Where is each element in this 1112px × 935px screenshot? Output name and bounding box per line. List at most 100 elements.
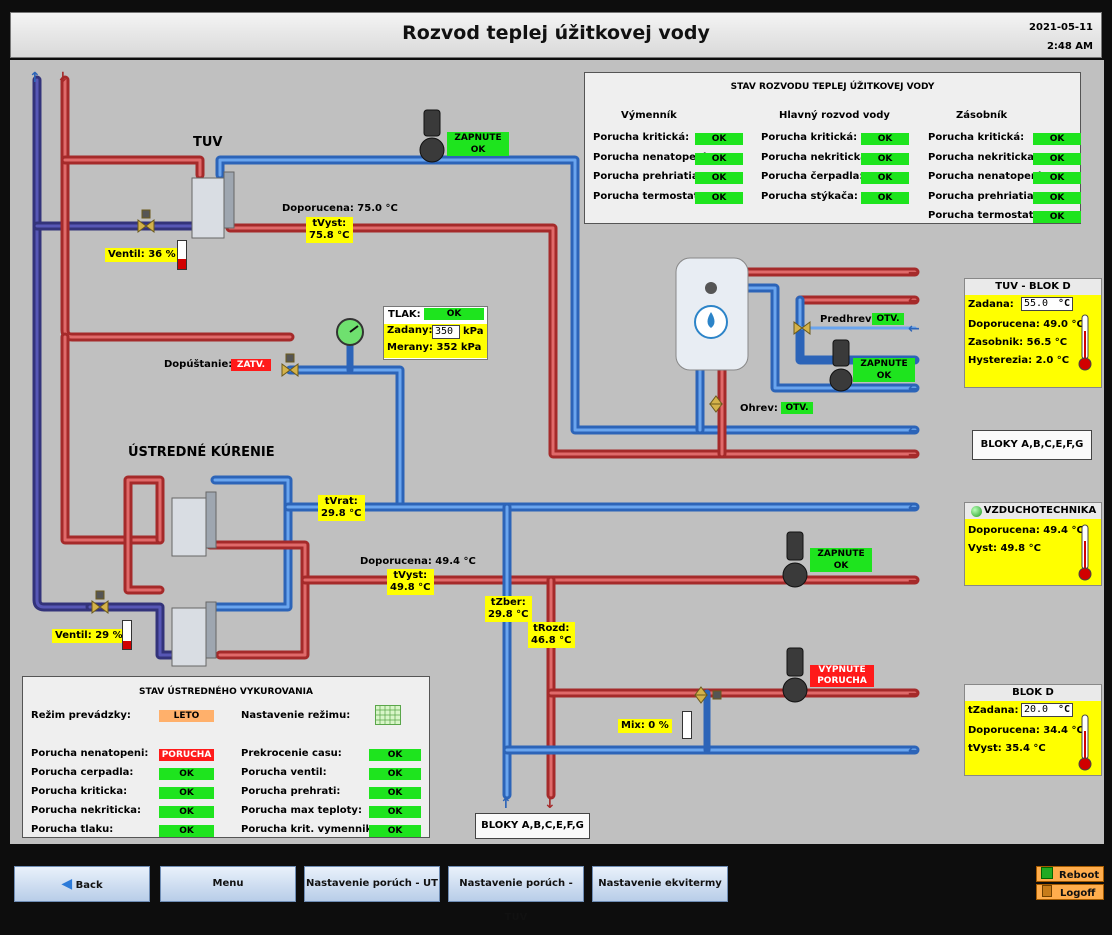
stav-tuv-row-status: OK <box>1033 172 1081 184</box>
ut-mix-bar <box>682 711 692 739</box>
stav-ut-right-label: Porucha max teploty: <box>241 805 362 816</box>
arrow-down-icon: ↓ <box>57 70 69 86</box>
nastavenie-rezimu-label: Nastavenie režimu: <box>241 710 351 721</box>
vzt-vyst: Vyst: 49.8 °C <box>968 543 1041 554</box>
stav-tuv-row-status: OK <box>1033 191 1081 204</box>
stav-tuv-row-label: Porucha nenatopeni: <box>593 151 711 163</box>
blokd-title: BLOK D <box>965 685 1101 701</box>
stav-ut-right-status: OK <box>369 825 421 837</box>
stav-tuv-row-label: Porucha kritická: <box>928 132 1025 143</box>
nastavenie-poruch-tuv-button[interactable]: Nastavenie porúch - TUV <box>448 866 584 923</box>
blokd-tzadana-input[interactable]: 20.0 °C <box>1021 703 1073 717</box>
stav-ut-left-status: OK <box>159 768 214 780</box>
doplnanie-status[interactable]: ZATV. <box>231 359 271 371</box>
boiler-icon <box>675 257 749 371</box>
stav-ut-left-label: Porucha kriticka: <box>31 786 128 797</box>
stav-ut-left-label: Porucha nekriticka: <box>31 805 141 816</box>
arrow-right-icon: → <box>908 573 920 589</box>
ut-trozd: tRozd: 46.8 °C <box>528 622 575 648</box>
stav-tuv-row-status: OK <box>861 191 909 204</box>
tlak-status: OK <box>424 308 484 320</box>
tuv-blokd-zadana-label: Zadana: <box>968 299 1014 310</box>
date-text: 2021-05-11 <box>1029 22 1093 33</box>
stav-ut-right-status: OK <box>369 806 421 818</box>
tuv-pump-status[interactable]: ZAPNUTE OK <box>447 132 509 156</box>
menu-button[interactable]: Menu <box>160 866 296 902</box>
arrow-left-icon: ← <box>908 500 920 516</box>
predhrev-label: Predhrev: <box>820 314 876 325</box>
tuv-ventil-fill <box>178 258 186 269</box>
nastavenie-ekvitermy-button[interactable]: Nastavenie ekvitermy <box>592 866 728 902</box>
stav-tuv-row-status: OK <box>695 191 743 204</box>
ut-pump-status[interactable]: ZAPNUTE OK <box>810 548 872 572</box>
reboot-button[interactable]: Reboot <box>1036 866 1104 882</box>
stav-tuv-row-label: Porucha nekriticka: <box>761 151 871 163</box>
stav-ut-left-label: Porucha tlaku: <box>31 824 114 835</box>
stav-tuv-row-status: OK <box>861 133 909 145</box>
vzt-doporucena: Doporucena: 49.4 °C <box>968 525 1084 536</box>
stav-tuv-title: STAV ROZVODU TEPLEJ ÚŽITKOVEJ VODY <box>730 82 935 92</box>
ut-doporucena: Doporucena: 49.4 °C <box>360 556 476 567</box>
stav-tuv-col-header: Výmenník <box>621 110 677 121</box>
page-title: Rozvod teplej úžitkovej vody <box>402 22 710 44</box>
tlak-unit: kPa <box>463 326 484 337</box>
stav-tuv-col-header: Hlavný rozvod vody <box>779 110 890 121</box>
status-led-icon <box>971 506 982 517</box>
rezim-label: Režim prevádzky: <box>31 710 131 721</box>
back-button[interactable]: ◀ Back <box>14 866 150 902</box>
stav-tuv-row-status: OK <box>1033 133 1081 145</box>
tlak-panel: TLAK: OK Zadany: 350 kPa Merany: 352 kPa <box>383 306 488 360</box>
logoff-button[interactable]: Logoff <box>1036 884 1104 900</box>
stav-tuv-row-label: Porucha termostat: <box>928 210 1038 221</box>
time-text: 2:48 AM <box>1046 41 1093 52</box>
stav-ut-title: STAV ÚSTREDNÉHO VYKUROVANIA <box>139 687 313 697</box>
stav-tuv-row-status: OK <box>695 172 743 184</box>
predhrev-status[interactable]: OTV. <box>872 313 904 325</box>
tuv-blokd-zadana-input[interactable]: 55.0 °C <box>1021 297 1073 311</box>
ohrev-status[interactable]: OTV. <box>781 402 813 414</box>
vzt-panel: VZDUCHOTECHNIKA Doporucena: 49.4 °C Vyst… <box>964 502 1102 586</box>
blokd-panel: BLOK D tZadana: 20.0 °C Doporucena: 34.4… <box>964 684 1102 776</box>
stav-tuv-row-status: OK <box>1033 152 1081 165</box>
tlak-zadany-input[interactable]: 350 <box>432 325 460 339</box>
stav-tuv-row-label: Porucha stýkača: <box>761 190 858 202</box>
reboot-icon <box>1041 867 1053 879</box>
stav-tuv-row-status: OK <box>861 172 909 184</box>
boiler-pump-status[interactable]: ZAPNUTE OK <box>853 358 915 382</box>
stav-tuv-panel: STAV ROZVODU TEPLEJ ÚŽITKOVEJ VODY Výmen… <box>584 72 1081 224</box>
blokd-tvyst: tVyst: 35.4 °C <box>968 743 1046 754</box>
stav-tuv-row-label: Porucha čerpadla: <box>761 171 864 182</box>
bloky-bottom-button[interactable]: BLOKY A,B,C,E,F,G <box>475 813 590 839</box>
tuv-title: TUV <box>193 135 223 150</box>
grid-settings-icon[interactable] <box>375 705 401 725</box>
tuv-tvyst: tVyst: 75.8 °C <box>306 217 353 243</box>
arrow-right-icon: → <box>908 265 920 281</box>
arrow-left-icon: ← <box>908 321 920 337</box>
tuv-blokd-zasobnik: Zasobnik: 56.5 °C <box>968 337 1068 348</box>
blokd-pump-status[interactable]: VYPNUTE PORUCHA <box>810 665 874 687</box>
nastavenie-poruch-ut-button[interactable]: Nastavenie porúch - UT <box>304 866 440 902</box>
arrow-left-icon: ← <box>908 743 920 759</box>
stav-ut-panel: STAV ÚSTREDNÉHO VYKUROVANIA Režim prevád… <box>22 676 430 838</box>
ut-ventil-bar <box>122 620 132 650</box>
stav-tuv-row-label: Porucha prehriatia: <box>928 190 1038 202</box>
ut-mix: Mix: 0 % <box>618 719 672 733</box>
stav-ut-left-label: Porucha cerpadla: <box>31 767 134 778</box>
logoff-icon <box>1042 885 1052 897</box>
ut-tzber: tZber: 29.8 °C <box>485 596 532 622</box>
arrow-right-icon: → <box>908 447 920 463</box>
arrow-down-icon: ↓ <box>544 796 556 812</box>
stav-tuv-row-label: Porucha nekriticka: <box>928 151 1038 163</box>
rezim-value: LETO <box>159 710 214 722</box>
stav-ut-left-status: PORUCHA <box>159 749 214 761</box>
stav-ut-left-status: OK <box>159 806 214 818</box>
bloky-right-button[interactable]: BLOKY A,B,C,E,F,G <box>972 430 1092 460</box>
datetime: 2021-05-11 2:48 AM <box>1029 18 1093 56</box>
ut-ventil-fill <box>123 640 131 649</box>
ut-title: ÚSTREDNÉ KÚRENIE <box>128 445 275 460</box>
pump-icon <box>782 531 808 588</box>
tlak-label: TLAK: <box>388 309 421 320</box>
stav-tuv-row-label: Porucha termostat: <box>593 190 703 202</box>
stav-tuv-row-label: Porucha nenatopeni: <box>928 171 1046 182</box>
stav-ut-right-status: OK <box>369 749 421 761</box>
